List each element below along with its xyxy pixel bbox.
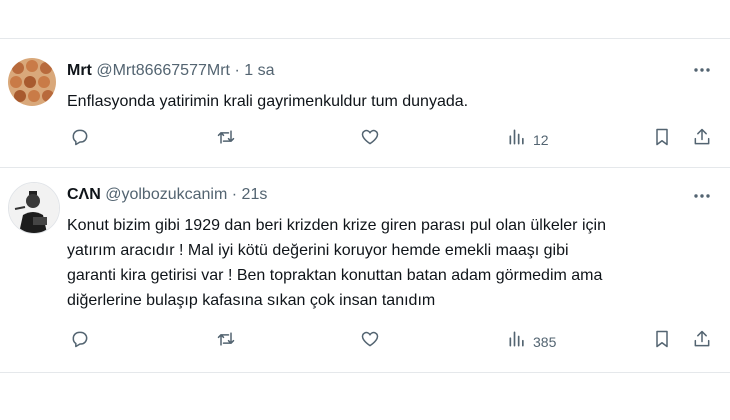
tweet-text-line: Enflasyonda yatirimin krali gayrimenkuld…	[67, 93, 469, 110]
reply-button[interactable]	[70, 329, 90, 354]
bookmark-icon	[652, 127, 672, 152]
reply-icon	[70, 329, 90, 354]
action-bar: 12	[0, 127, 730, 155]
bookmark-icon	[652, 329, 672, 354]
handle[interactable]: @Mrt86667577Mrt	[96, 62, 230, 79]
tweet-text: Konut bizim gibi 1929 dan beri krizden k…	[67, 213, 707, 313]
bookmark-button[interactable]	[652, 329, 672, 354]
timestamp[interactable]: 1 sa	[244, 62, 274, 79]
display-name[interactable]: Mrt	[67, 62, 92, 79]
tweet-header: CΛN @yolbozukcanim · 21s	[67, 186, 267, 204]
timestamp[interactable]: 21s	[242, 186, 268, 203]
avatar[interactable]	[8, 182, 60, 234]
bookmark-button[interactable]	[652, 127, 672, 152]
tweet-text-line: Konut bizim gibi 1929 dan beri krizden k…	[67, 217, 606, 234]
share-icon	[692, 329, 712, 354]
views-button[interactable]: 385	[507, 329, 556, 354]
views-button[interactable]: 12	[507, 127, 549, 152]
separator: ·	[234, 62, 240, 79]
retweet-button[interactable]	[216, 329, 236, 354]
bottom-divider	[0, 372, 730, 373]
like-button[interactable]	[360, 329, 380, 354]
reply-icon	[70, 127, 90, 152]
tweet[interactable]: Mrt @Mrt86667577Mrt · 1 sa Enflasyonda y…	[0, 0, 730, 168]
like-button[interactable]	[360, 127, 380, 152]
views-icon	[507, 329, 527, 354]
share-button[interactable]	[692, 329, 712, 354]
heart-icon	[360, 329, 380, 354]
retweet-icon	[216, 127, 236, 152]
tweet[interactable]: CΛN @yolbozukcanim · 21s Konut bizim gib…	[0, 168, 730, 372]
tweet-header: Mrt @Mrt86667577Mrt · 1 sa	[67, 62, 274, 80]
views-icon	[507, 127, 527, 152]
tweet-text: Enflasyonda yatirimin krali gayrimenkuld…	[67, 89, 707, 114]
share-icon	[692, 127, 712, 152]
share-button[interactable]	[692, 127, 712, 152]
tweet-text-line: garanti kira getirisi var ! Ben toprakta…	[67, 267, 603, 284]
more-icon[interactable]	[692, 60, 712, 80]
more-icon[interactable]	[692, 186, 712, 206]
handle[interactable]: @yolbozukcanim	[105, 186, 227, 203]
views-count: 12	[533, 131, 549, 148]
reply-button[interactable]	[70, 127, 90, 152]
views-count: 385	[533, 333, 557, 350]
separator: ·	[231, 186, 238, 203]
avatar[interactable]	[8, 58, 56, 106]
retweet-button[interactable]	[216, 127, 236, 152]
action-bar: 385	[0, 329, 730, 357]
tweet-text-line: diğerlerine bulaşıp kafasına sıkan çok i…	[67, 292, 436, 309]
tweet-text-line: yatırım aracıdır ! Mal iyi kötü değerini…	[67, 242, 569, 259]
heart-icon	[360, 127, 380, 152]
display-name[interactable]: CΛN	[67, 186, 101, 203]
retweet-icon	[216, 329, 236, 354]
